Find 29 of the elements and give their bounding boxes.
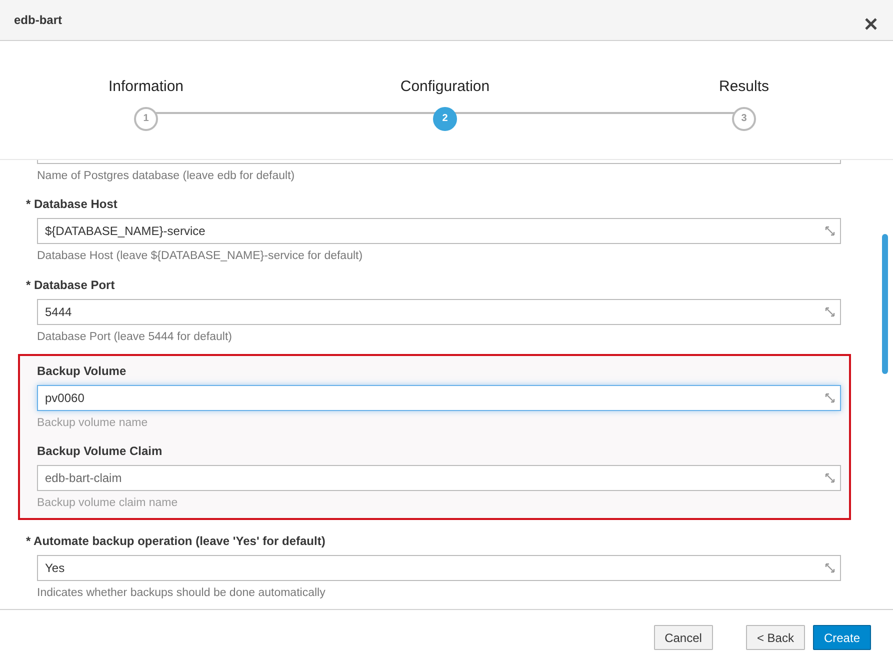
input-field[interactable] [37, 160, 841, 164]
step-label[interactable]: Information [108, 76, 184, 98]
resize-icon [825, 226, 835, 236]
help-text: Backup volume claim name [37, 496, 179, 510]
input-field[interactable]: pv0060 [37, 385, 841, 412]
dialog-button[interactable]: < Back [746, 625, 805, 650]
field-label: Backup Volume [37, 364, 128, 380]
field-label: Backup Volume Claim [37, 444, 164, 458]
dialog-button[interactable]: Create [812, 625, 871, 650]
resize-icon [825, 472, 835, 482]
input-field[interactable]: Yes [37, 554, 841, 581]
resize-icon [825, 306, 835, 317]
step-label[interactable]: Configuration [400, 76, 490, 98]
input-field[interactable]: 5444 [37, 298, 841, 325]
help-text: Backup volume name [37, 416, 149, 430]
step-label[interactable]: Results [718, 76, 770, 98]
resize-icon [825, 393, 835, 404]
help-text: Database Port (leave 5444 for default) [37, 330, 233, 344]
field-label: * Database Port [26, 278, 116, 293]
field-label: * Automate backup operation (leave 'Yes' for default) [26, 534, 326, 549]
window-title: edb-bart [14, 12, 62, 29]
resize-icon [825, 562, 835, 573]
input-field[interactable]: ${DATABASE_NAME}-service [37, 218, 841, 244]
help-text: Database Host (leave ${DATABASE_NAME}-service for default) [37, 249, 364, 264]
field-label: * Database Host [26, 197, 118, 212]
help-text: Name of Postgres database (leave edb for default) [37, 169, 296, 184]
dialog-button[interactable]: Cancel [654, 625, 713, 650]
input-field[interactable]: edb-bart-claim [37, 464, 841, 490]
help-text: Indicates whether backups should be done automatically [37, 586, 326, 600]
